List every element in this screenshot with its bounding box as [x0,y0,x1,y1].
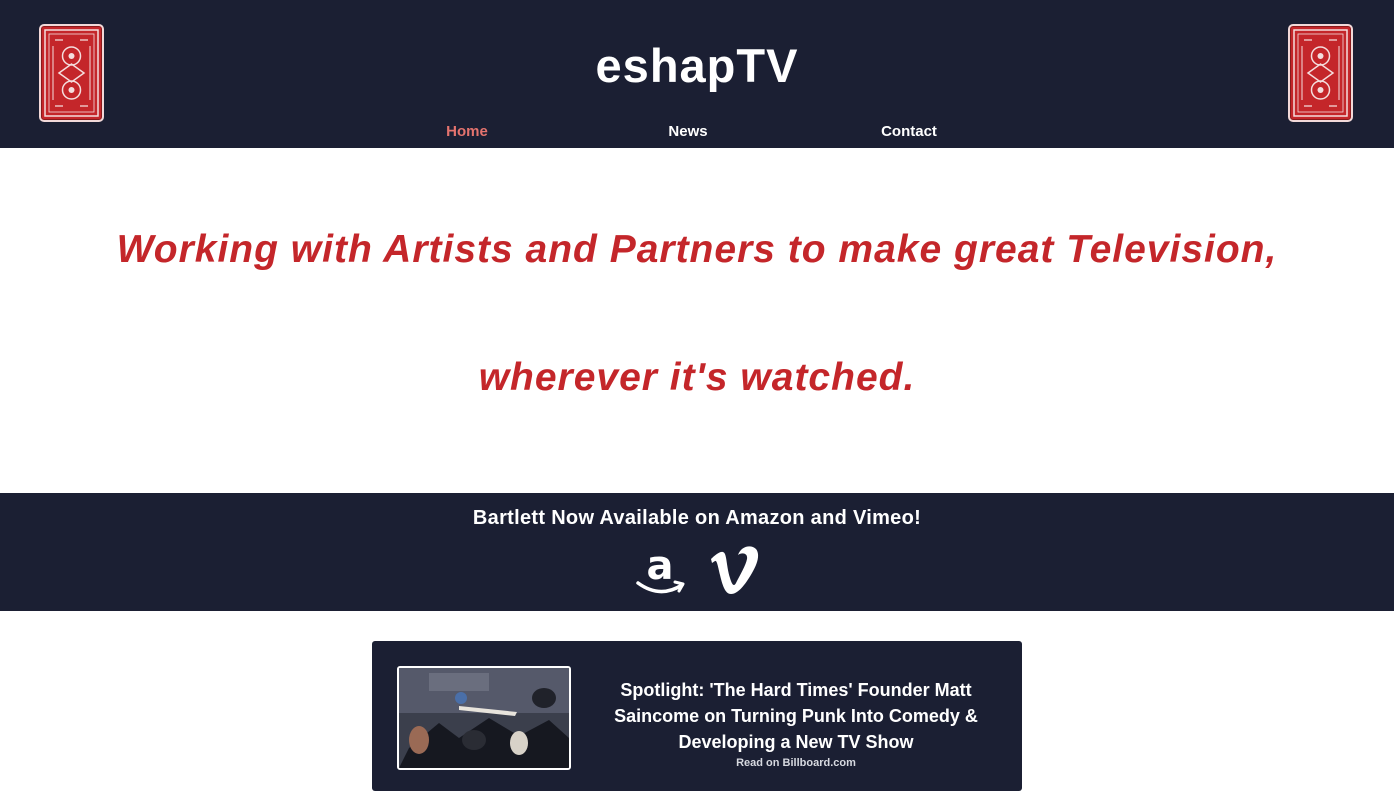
tagline-line-1: Working with Artists and Partners to mak… [116,228,1278,271]
vimeo-icon[interactable] [709,545,761,599]
playing-card-back-icon [1288,24,1353,122]
nav-home[interactable]: Home [446,120,488,144]
amazon-icon[interactable]: a [634,545,686,599]
tagline-line-2: wherever it's watched. [478,356,916,399]
news-source-link[interactable]: Read on Billboard.com [612,757,980,769]
availability-banner: Bartlett Now Available on Amazon and Vim… [0,493,1394,611]
news-card[interactable]: Spotlight: 'The Hard Times' Founder Matt… [372,641,1022,791]
nav-contact[interactable]: Contact [881,120,937,144]
news-thumbnail [397,666,571,770]
news-headline[interactable]: Spotlight: 'The Hard Times' Founder Matt… [612,677,980,755]
svg-text:a: a [647,545,674,589]
main-nav: Home News Contact [0,120,1394,144]
site-title[interactable]: eshapTV [0,36,1394,96]
site-header: eshapTV Home News Contact [0,0,1394,148]
nav-news[interactable]: News [668,120,707,144]
banner-title: Bartlett Now Available on Amazon and Vim… [472,507,922,529]
